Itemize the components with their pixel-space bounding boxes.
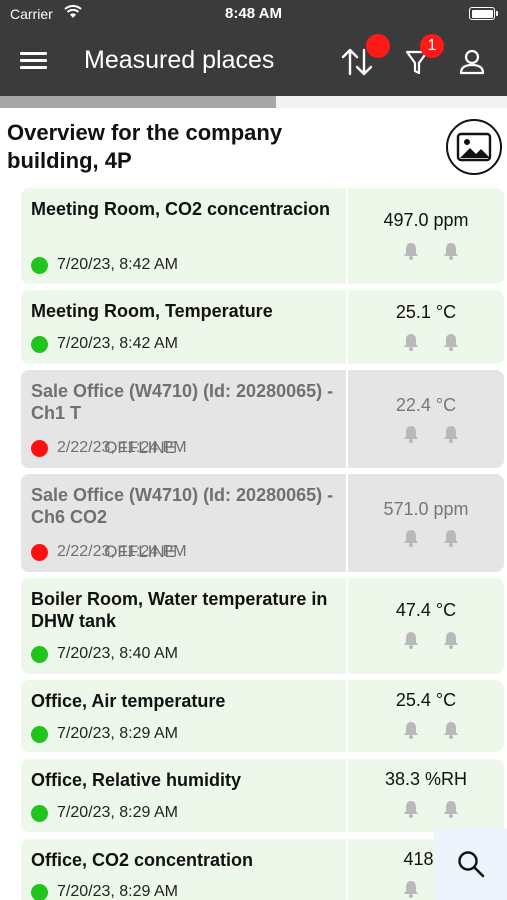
bell-icon — [441, 332, 461, 352]
bell-icon — [401, 332, 421, 352]
alarm-indicators — [401, 799, 461, 819]
bell-icon — [401, 528, 421, 548]
measured-value: 25.1 °C — [395, 302, 457, 322]
navigation-bar: Measured places 1 — [0, 28, 507, 96]
bell-icon — [441, 241, 461, 261]
status-indicator — [31, 884, 48, 900]
bell-icon — [401, 720, 421, 740]
place-name: Sale Office (W4710) (Id: 20280065) - Ch6… — [31, 485, 334, 527]
place-info: Office, Air temperature 7/20/23, 8:29 AM — [21, 680, 346, 752]
loading-progress — [0, 96, 507, 108]
alarm-indicators — [401, 424, 461, 444]
place-card[interactable]: Boiler Room, Water temperature in DHW ta… — [21, 578, 504, 674]
place-name: Office, Relative humidity — [31, 770, 242, 790]
bell-icon — [401, 241, 421, 261]
place-timestamp: 7/20/23, 8:42 AM — [57, 335, 178, 352]
status-indicator — [31, 544, 48, 561]
connection-state: OFFLINE — [104, 542, 176, 561]
measured-value: 571.0 ppm — [383, 499, 469, 519]
measured-value: 38.3 %RH — [384, 769, 468, 789]
bell-icon — [401, 799, 421, 819]
status-indicator — [31, 336, 48, 353]
place-timestamp: 7/20/23, 8:29 AM — [57, 883, 178, 900]
place-card[interactable]: Office, Relative humidity 7/20/23, 8:29 … — [21, 759, 504, 832]
alarm-indicators — [401, 720, 461, 740]
alarm-indicators — [401, 528, 461, 548]
alarm-indicators — [401, 630, 461, 650]
place-timestamp: 7/20/23, 8:29 AM — [57, 804, 178, 821]
status-indicator — [31, 726, 48, 743]
search-button[interactable] — [434, 828, 507, 900]
image-icon — [456, 132, 492, 162]
status-indicator — [31, 646, 48, 663]
page-title: Measured places — [84, 46, 275, 74]
place-timestamp: 7/20/23, 8:29 AM — [57, 725, 178, 742]
alarm-indicators — [401, 332, 461, 352]
place-info: Sale Office (W4710) (Id: 20280065) - Ch1… — [21, 370, 346, 468]
bell-icon — [441, 528, 461, 548]
place-info: Meeting Room, Temperature 7/20/23, 8:42 … — [21, 290, 346, 364]
card-divider — [346, 578, 348, 674]
clock: 8:48 AM — [225, 5, 282, 22]
place-name: Sale Office (W4710) (Id: 20280065) - Ch1… — [31, 381, 334, 423]
overview-title: Overview for the company building, 4P — [7, 120, 283, 173]
card-divider — [346, 474, 348, 572]
search-icon — [457, 851, 484, 878]
place-info: Sale Office (W4710) (Id: 20280065) - Ch6… — [21, 474, 346, 572]
image-button[interactable] — [446, 119, 502, 175]
hamburger-icon — [20, 52, 54, 69]
place-info: Meeting Room, CO2 concentracion 7/20/23,… — [21, 188, 346, 284]
place-name: Office, CO2 concentration — [31, 850, 254, 870]
place-card[interactable]: Sale Office (W4710) (Id: 20280065) - Ch1… — [21, 370, 504, 468]
place-name: Meeting Room, Temperature — [31, 301, 273, 321]
user-icon — [459, 49, 485, 75]
place-info: Office, CO2 concentration 7/20/23, 8:29 … — [21, 839, 346, 900]
card-divider — [346, 188, 348, 284]
bell-icon — [401, 424, 421, 444]
bell-icon — [441, 720, 461, 740]
place-card[interactable]: Office, Air temperature 7/20/23, 8:29 AM… — [21, 680, 504, 752]
status-indicator — [31, 805, 48, 822]
place-timestamp: 7/20/23, 8:42 AM — [57, 256, 178, 273]
battery-icon — [469, 7, 498, 20]
place-card[interactable]: Meeting Room, CO2 concentracion 7/20/23,… — [21, 188, 504, 284]
place-name: Meeting Room, CO2 concentracion — [31, 199, 331, 219]
measured-value: 47.4 °C — [395, 600, 457, 620]
alarm-indicators — [401, 241, 461, 261]
place-timestamp: 7/20/23, 8:40 AM — [57, 645, 178, 662]
place-card[interactable]: Office, CO2 concentration 7/20/23, 8:29 … — [21, 839, 504, 900]
card-divider — [346, 370, 348, 468]
place-info: Boiler Room, Water temperature in DHW ta… — [21, 578, 346, 674]
status-bar: Carrier 8:48 AM — [0, 0, 507, 28]
filter-count-badge: 1 — [420, 34, 444, 58]
status-indicator — [31, 257, 48, 274]
bell-icon — [401, 879, 421, 899]
place-name: Office, Air temperature — [31, 691, 226, 711]
measured-value: 497.0 ppm — [383, 210, 469, 230]
bell-icon — [441, 799, 461, 819]
measured-value: 25.4 °C — [395, 690, 457, 710]
place-card[interactable]: Sale Office (W4710) (Id: 20280065) - Ch6… — [21, 474, 504, 572]
connection-state: OFFLINE — [104, 438, 176, 457]
loading-progress-fill — [0, 96, 277, 108]
measured-value: 22.4 °C — [395, 395, 457, 415]
bell-icon — [441, 424, 461, 444]
bell-icon — [401, 630, 421, 650]
place-info: Office, Relative humidity 7/20/23, 8:29 … — [21, 759, 346, 832]
bell-icon — [441, 630, 461, 650]
user-button[interactable] — [452, 42, 492, 82]
sort-notification-dot — [366, 34, 390, 58]
status-indicator — [31, 440, 48, 457]
place-name: Boiler Room, Water temperature in DHW ta… — [31, 589, 328, 631]
menu-button[interactable] — [20, 48, 54, 76]
place-card[interactable]: Meeting Room, Temperature 7/20/23, 8:42 … — [21, 290, 504, 364]
